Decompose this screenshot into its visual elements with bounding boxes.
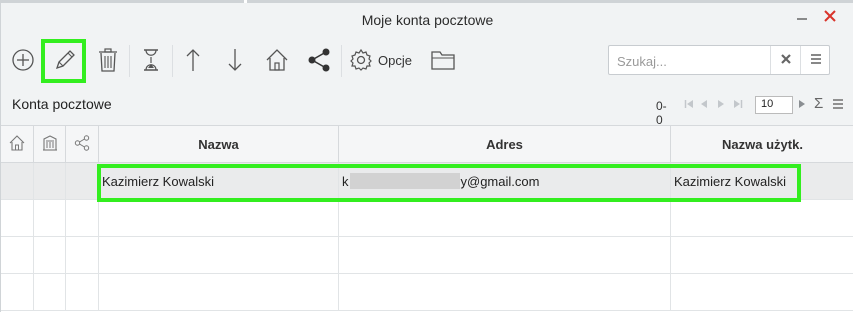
toolbar-separator: [129, 45, 130, 77]
share-icon: [306, 47, 332, 73]
accounts-table: Nazwa Adres Nazwa użytk. Kazimierz Kowal…: [1, 125, 853, 313]
page-size-arrow-icon[interactable]: [798, 98, 806, 113]
share-icon: [74, 134, 90, 154]
hourglass-icon: [141, 47, 161, 73]
last-page-icon[interactable]: [733, 98, 743, 113]
home-icon: [264, 47, 290, 73]
edit-button-highlight: [41, 39, 86, 83]
table-row-empty: [1, 237, 853, 274]
building-icon: [42, 134, 58, 154]
table-row-empty: [1, 274, 853, 311]
col-header-home[interactable]: [1, 126, 34, 162]
col-header-adres[interactable]: Adres: [339, 126, 671, 162]
folder-icon: [430, 48, 456, 72]
options-label: Opcje: [378, 52, 412, 68]
add-button[interactable]: [10, 43, 36, 77]
col-header-nazwa[interactable]: Nazwa: [99, 126, 339, 162]
folder-button[interactable]: [430, 43, 456, 77]
clear-search-button[interactable]: [770, 46, 801, 74]
history-button[interactable]: [138, 43, 164, 77]
window-title: Moje konta pocztowe: [361, 12, 494, 28]
share-button[interactable]: [305, 43, 333, 77]
pager-range: 0-0: [656, 99, 667, 127]
col-header-nazwa-uzytk[interactable]: Nazwa użytk.: [671, 126, 853, 162]
col-header-share[interactable]: [66, 126, 99, 162]
delete-button[interactable]: [95, 43, 121, 77]
move-up-button[interactable]: [181, 43, 205, 77]
search-box: [608, 45, 830, 75]
arrow-up-icon: [183, 47, 203, 73]
table-header: Nazwa Adres Nazwa użytk.: [1, 126, 853, 163]
row-cell-building: [34, 163, 66, 199]
gear-icon: [349, 48, 373, 72]
row-highlight: [97, 164, 801, 202]
section-title: Konta pocztowe: [12, 96, 112, 112]
table-row-empty: [1, 200, 853, 237]
grid-menu-icon[interactable]: [832, 97, 844, 114]
next-page-icon[interactable]: [717, 98, 725, 113]
sum-icon[interactable]: Σ: [814, 95, 823, 112]
hamburger-icon: [810, 53, 822, 68]
move-down-button[interactable]: [223, 43, 247, 77]
home-icon: [9, 134, 25, 154]
trash-icon: [97, 47, 119, 73]
col-header-building[interactable]: [34, 126, 66, 162]
arrow-down-icon: [225, 47, 245, 73]
row-cell-home: [1, 163, 34, 199]
options-button[interactable]: Opcje: [349, 43, 415, 77]
close-icon[interactable]: [823, 7, 839, 27]
home-button[interactable]: [263, 43, 291, 77]
minimize-icon[interactable]: [796, 9, 810, 27]
toolbar-separator: [172, 45, 173, 77]
search-input[interactable]: [615, 51, 769, 71]
search-menu-button[interactable]: [800, 46, 830, 74]
toolbar-separator: [341, 45, 342, 77]
add-circle-icon: [11, 48, 35, 72]
first-page-icon[interactable]: [684, 98, 694, 113]
clear-x-icon: [780, 52, 792, 68]
prev-page-icon[interactable]: [700, 98, 708, 113]
page-size-input[interactable]: 10: [755, 96, 793, 114]
row-cell-share: [66, 163, 99, 199]
dialog-window: Moje konta pocztowe Opcje Szukaj... Kont…: [0, 3, 853, 313]
title-bar: Moje konta pocztowe: [1, 3, 853, 35]
